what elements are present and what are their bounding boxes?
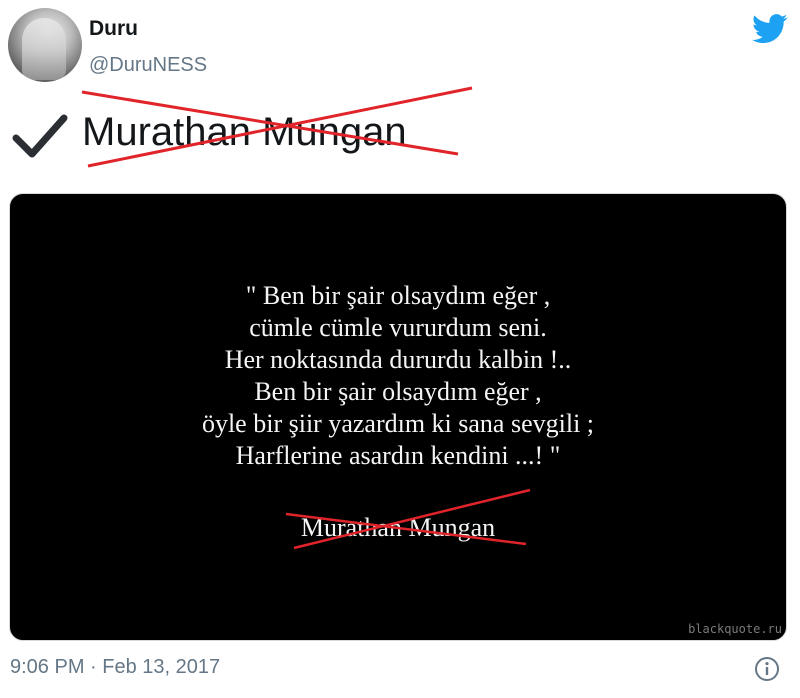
avatar[interactable] [8,8,82,82]
tweet-text: Murathan Mungan [12,86,492,172]
user-handle[interactable]: @DuruNESS [89,54,207,77]
tweet-timestamp[interactable]: 9:06 PM · Feb 13, 2017 [10,656,220,679]
author-strikethrough-cross [285,488,531,550]
tweet-media-image[interactable]: " Ben bir şair olsaydım eğer , cümle cüm… [9,193,787,641]
quote-author-block: Murathan Mungan [10,488,786,552]
quote-line: cümle cümle vururdum seni. [249,313,547,342]
quote-line: Ben bir şair olsaydım eğer , [254,377,542,406]
strikethrough-cross [81,86,473,168]
twitter-bird-icon[interactable] [752,14,788,44]
quote-text: " Ben bir şair olsaydım eğer , cümle cüm… [10,280,786,472]
quote-line: " Ben bir şair olsaydım eğer , [245,281,551,310]
watermark: blackquote.ru [688,622,782,636]
quote-line: Her noktasında dururdu kalbin !.. [224,345,572,374]
check-icon [12,114,68,158]
avatar-figure [22,18,66,80]
info-icon[interactable] [754,656,780,682]
quote-line: Harflerine asardın kendini ...! " [235,441,561,470]
quote-line: öyle bir şiir yazardım ki sana sevgili ; [201,409,595,438]
user-display-name[interactable]: Duru [89,17,138,41]
